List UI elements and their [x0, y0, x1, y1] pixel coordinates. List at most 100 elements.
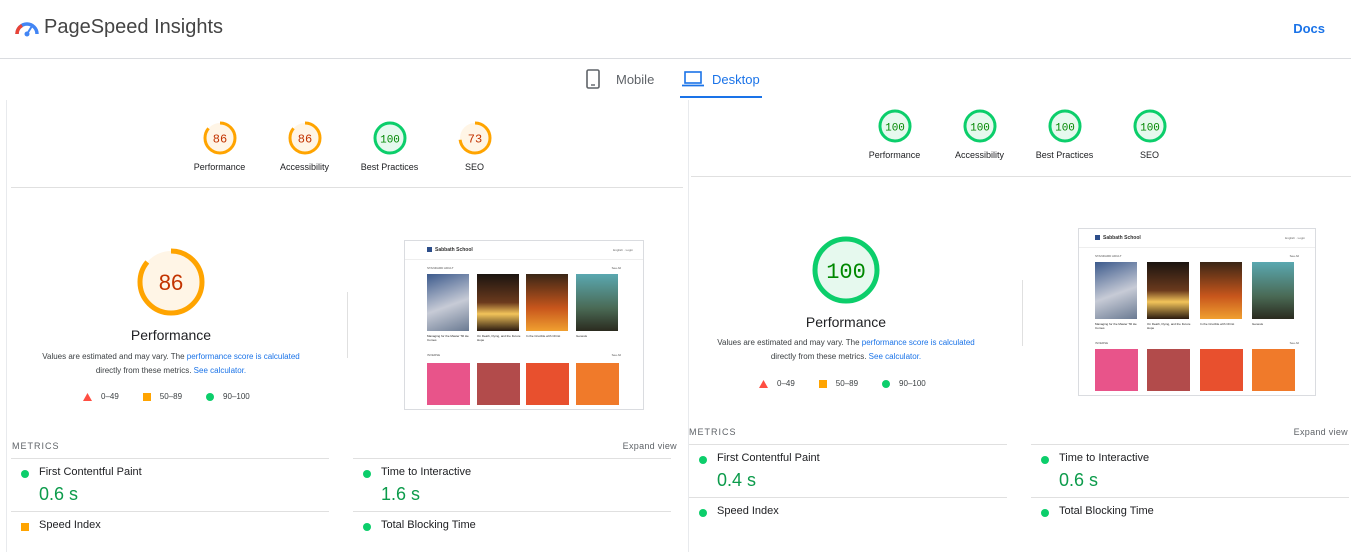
tab-desktop-label: Desktop — [712, 71, 760, 87]
performance-title: Performance — [805, 314, 887, 330]
performance-title: Performance — [130, 327, 212, 343]
site-section: STANDARD ADULT — [427, 266, 454, 270]
score-label: SEO — [1139, 150, 1159, 160]
score-gauge[interactable]: 100 Best Practices — [1022, 108, 1107, 160]
expand-view-button[interactable]: Expand view — [1294, 427, 1348, 437]
score-gauge[interactable]: 86 Accessibility — [262, 120, 347, 172]
phone-icon — [586, 69, 600, 89]
docs-link[interactable]: Docs — [1293, 21, 1325, 36]
book-title: Managing for the Master Till He Comes — [427, 334, 469, 342]
score-ring: 73 — [458, 121, 491, 155]
score-note: Values are estimated and may vary. The p… — [21, 350, 321, 378]
score-value: 100 — [1055, 123, 1075, 135]
book-cover — [526, 274, 568, 331]
score-gauge[interactable]: 73 SEO — [432, 120, 517, 172]
thumb — [576, 363, 619, 405]
metric-name: Time to Interactive — [1059, 452, 1150, 464]
site-see-all: See All — [1289, 254, 1299, 258]
score-legend: 0–49 50–89 90–100 — [83, 392, 250, 401]
book-title: In the Crucible with Christ — [526, 334, 561, 338]
book-cover — [1200, 262, 1242, 319]
score-summary: 100 Performance 100 Accessibility 100 Be… — [852, 108, 1192, 160]
score-gauge[interactable]: 100 Performance — [852, 108, 937, 160]
metric-name: Speed Index — [717, 505, 779, 517]
thumb — [477, 363, 520, 405]
score-gauge[interactable]: 100 Accessibility — [937, 108, 1022, 160]
average-square-icon — [142, 392, 151, 401]
site-brand: Sabbath School — [435, 247, 473, 253]
score-value: 73 — [467, 133, 481, 147]
score-gauge[interactable]: 100 SEO — [1107, 108, 1192, 160]
divider — [691, 176, 1351, 177]
score-note: Values are estimated and may vary. The p… — [696, 336, 996, 364]
tab-desktop[interactable]: Desktop — [682, 64, 760, 94]
score-summary: 86 Performance 86 Accessibility 100 Best… — [177, 120, 517, 172]
thumb — [1200, 349, 1243, 391]
site-see-all: See All — [611, 353, 621, 357]
book-cover — [1095, 262, 1137, 319]
metric-item: Speed Index — [11, 511, 329, 531]
score-label: Best Practices — [1035, 150, 1094, 160]
divider — [1022, 280, 1023, 346]
score-calc-link[interactable]: performance score is calculated — [187, 352, 300, 361]
laptop-icon — [682, 71, 704, 87]
thumb — [1252, 349, 1295, 391]
page-screenshot: Sabbath School English · Login STANDARD … — [1078, 228, 1316, 396]
score-calc-link[interactable]: performance score is calculated — [862, 338, 975, 347]
score-value: 100 — [380, 135, 400, 147]
score-gauge[interactable]: 100 Best Practices — [347, 120, 432, 172]
book-title: In the Crucible with Christ — [1200, 322, 1235, 326]
metrics-header: METRICS — [689, 427, 737, 437]
score-ring: 86 — [288, 121, 321, 155]
pagespeed-logo-icon — [15, 22, 39, 37]
metric-item: Total Blocking Time — [1031, 497, 1349, 517]
score-ring: 100 — [373, 121, 406, 155]
performance-score: 100 — [826, 260, 866, 285]
divider — [11, 187, 683, 188]
expand-view-button[interactable]: Expand view — [623, 441, 677, 451]
site-see-all: See All — [611, 266, 621, 270]
note-text: directly from these metrics. — [770, 352, 869, 361]
site-section: STANDARD ADULT — [1095, 254, 1122, 258]
thumb — [427, 363, 470, 405]
metric-item: Time to Interactive 1.6 s — [353, 458, 671, 504]
tab-mobile[interactable]: Mobile — [586, 64, 654, 94]
metric-name: Total Blocking Time — [1059, 505, 1154, 517]
note-text: Values are estimated and may vary. The — [717, 338, 862, 347]
score-ring: 100 — [1133, 109, 1166, 143]
metric-name: First Contentful Paint — [39, 466, 142, 478]
pass-circle-icon — [206, 392, 215, 401]
score-ring: 100 — [1048, 109, 1081, 143]
metric-name: Time to Interactive — [381, 466, 472, 478]
pass-circle-icon — [363, 470, 371, 478]
app-title: PageSpeed Insights — [44, 16, 224, 38]
pass-circle-icon — [363, 523, 371, 531]
pass-circle-icon — [1041, 509, 1049, 517]
active-tab-indicator — [680, 96, 762, 98]
metric-item: Total Blocking Time — [353, 511, 671, 531]
site-section: INVERSE — [1095, 341, 1109, 345]
book-title: Managing for the Master Till He Comes — [1095, 322, 1137, 330]
legend-average: 50–89 — [159, 392, 183, 401]
top-bar: PageSpeed Insights Docs — [0, 0, 1351, 59]
legend-fail: 0–49 — [777, 379, 795, 388]
average-square-icon — [21, 523, 29, 531]
score-label: Accessibility — [954, 150, 1004, 160]
book-title: On Death, Dying, and the Future Hope — [1147, 322, 1191, 330]
page-screenshot: Sabbath School English · Login STANDARD … — [404, 240, 644, 410]
score-value: 86 — [297, 133, 311, 147]
score-label: Performance — [868, 150, 921, 160]
site-section: INVERSE — [427, 353, 441, 357]
book-title: On Death, Dying, and the Future Hope — [477, 334, 521, 342]
legend-pass: 90–100 — [223, 392, 250, 401]
score-gauge[interactable]: 86 Performance — [177, 120, 262, 172]
fail-triangle-icon — [83, 392, 92, 401]
divider — [347, 292, 348, 358]
calculator-link[interactable]: See calculator. — [869, 352, 921, 361]
calculator-link[interactable]: See calculator. — [194, 366, 246, 375]
score-legend: 0–49 50–89 90–100 — [759, 379, 926, 388]
score-label: Performance — [193, 162, 246, 172]
thumb — [526, 363, 569, 405]
performance-score: 86 — [159, 270, 183, 295]
score-label: Accessibility — [279, 162, 329, 172]
